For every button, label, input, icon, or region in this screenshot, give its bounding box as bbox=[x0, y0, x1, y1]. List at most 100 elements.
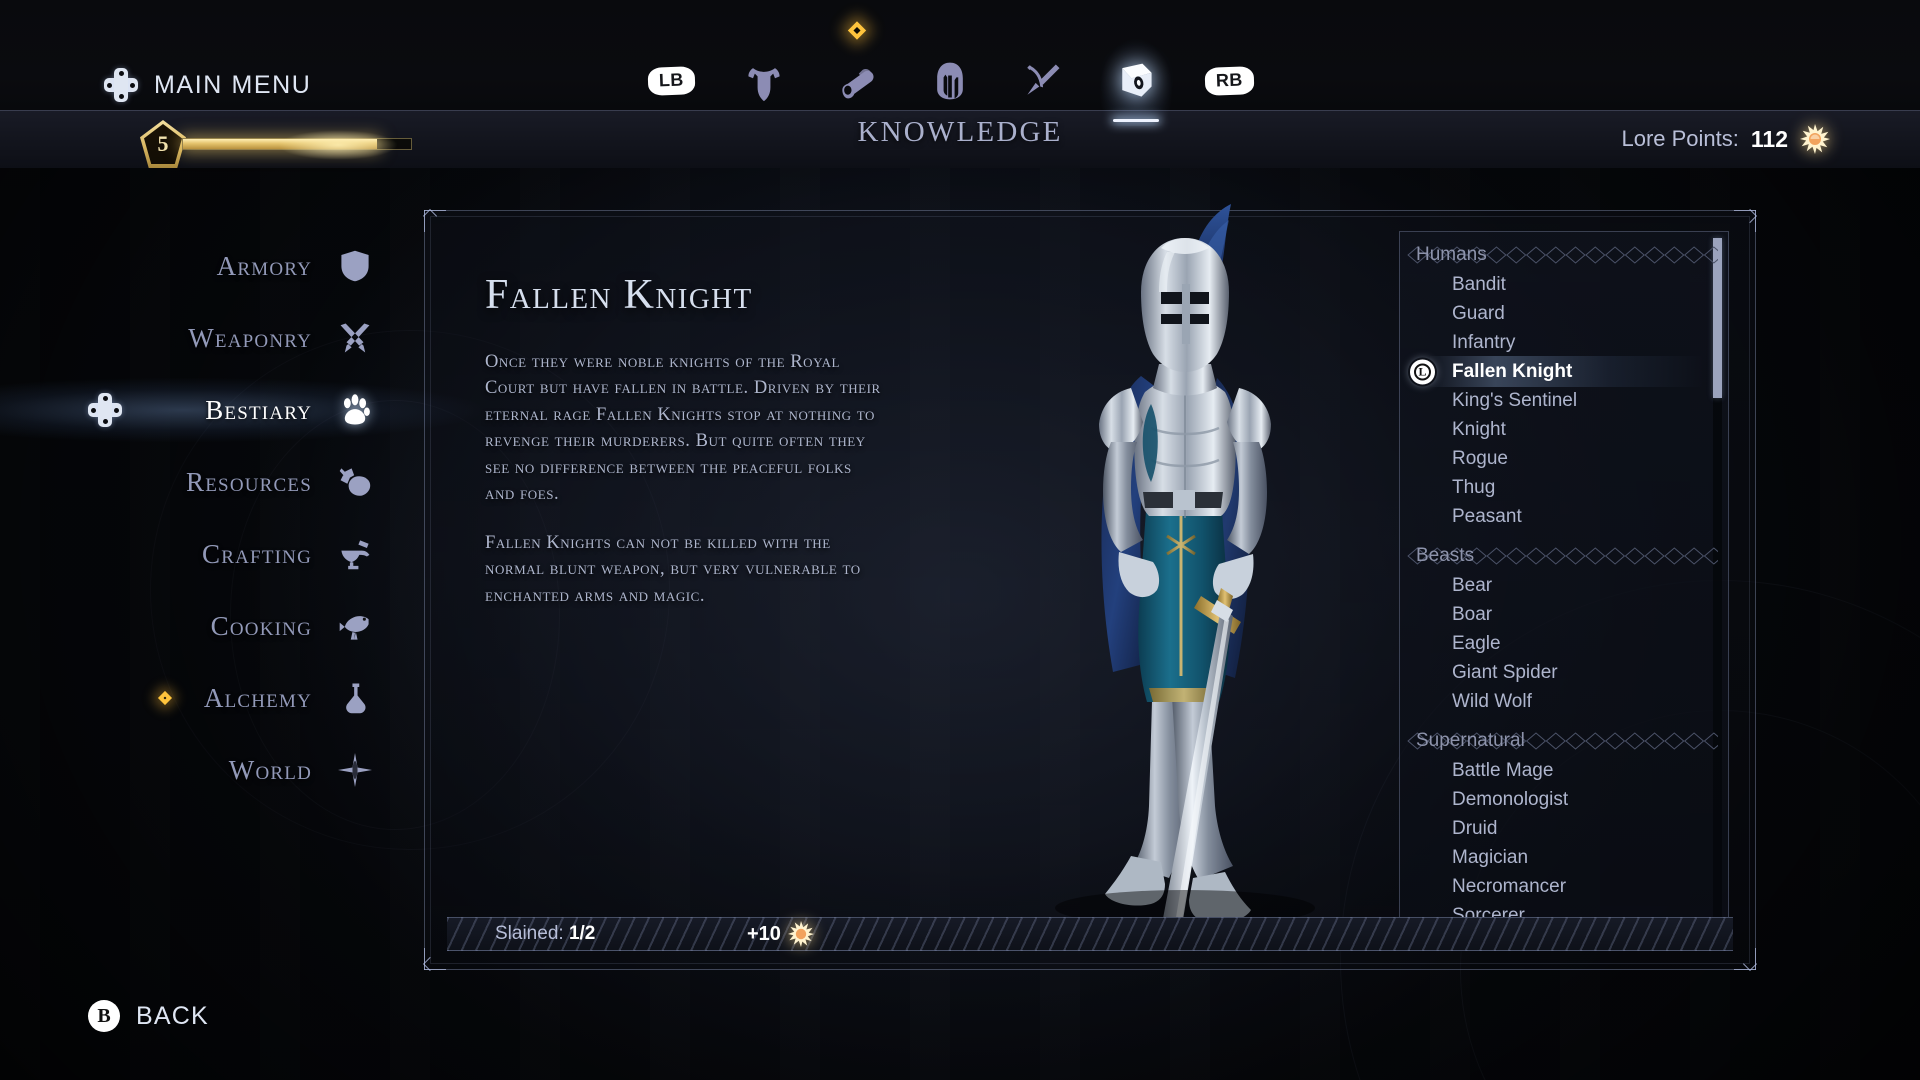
sidebar-item-world[interactable]: World bbox=[0, 734, 420, 806]
helmet-icon bbox=[937, 62, 963, 100]
armor-icon bbox=[748, 68, 780, 102]
panel-corner-tl bbox=[424, 210, 446, 232]
tab-left-bumper[interactable]: LB bbox=[640, 50, 702, 112]
panel-corner-tr bbox=[1734, 210, 1756, 232]
sidebar-item-label: Bestiary bbox=[205, 394, 312, 425]
list-item[interactable]: Boar bbox=[1400, 600, 1728, 629]
list-item[interactable]: Guard bbox=[1400, 299, 1728, 328]
list-item-label: Magician bbox=[1452, 846, 1529, 868]
l-stick-label: L bbox=[1414, 363, 1431, 380]
list-category-name: Beasts bbox=[1416, 545, 1481, 567]
sidebar-item-cooking[interactable]: Cooking bbox=[0, 590, 420, 662]
tab-knowledge[interactable] bbox=[1099, 38, 1173, 126]
list-item[interactable]: Eagle bbox=[1400, 629, 1728, 658]
paw-icon bbox=[338, 393, 372, 427]
lore-bonus: +10 bbox=[747, 921, 814, 947]
level-number: 5 bbox=[157, 131, 169, 156]
list-item-label: Peasant bbox=[1452, 505, 1522, 527]
list-item-label: Fallen Knight bbox=[1452, 360, 1573, 382]
sidebar-item-label: Weaponry bbox=[188, 322, 312, 353]
sidebar-item-label: World bbox=[228, 754, 312, 785]
entry-title: Fallen Knight bbox=[485, 272, 753, 318]
list-item-label: Demonologist bbox=[1452, 788, 1569, 810]
list-item-label: Infantry bbox=[1452, 331, 1516, 353]
sidebar: Armory Weaponry Bestiary Resources Crafting C… bbox=[0, 230, 480, 806]
list-item[interactable]: Wild Wolf bbox=[1400, 687, 1728, 716]
list-item[interactable]: Giant Spider bbox=[1400, 658, 1728, 687]
xp-bar bbox=[182, 130, 412, 160]
anvil-icon bbox=[338, 537, 372, 571]
resources-icon bbox=[338, 465, 372, 499]
tab-weapons[interactable] bbox=[1012, 50, 1074, 112]
xp-bar-fill bbox=[183, 139, 377, 149]
b-button-icon: B bbox=[88, 1000, 120, 1032]
entry-status-bar: Slained: 1/2 +10 bbox=[447, 917, 1733, 951]
flask-icon bbox=[338, 681, 372, 715]
list-item[interactable]: Knight bbox=[1400, 415, 1728, 444]
tab-helmet[interactable] bbox=[919, 50, 981, 112]
sidebar-item-alchemy[interactable]: Alchemy bbox=[0, 662, 420, 734]
list-item-label: Eagle bbox=[1452, 632, 1501, 654]
shield-icon bbox=[338, 249, 372, 283]
lore-sun-icon bbox=[1800, 124, 1830, 154]
lore-points: Lore Points: 112 bbox=[1621, 124, 1830, 154]
list-item[interactable]: Druid bbox=[1400, 814, 1728, 843]
fish-icon bbox=[338, 609, 372, 643]
list-item[interactable]: L Fallen Knight bbox=[1400, 356, 1728, 387]
tab-scroll[interactable] bbox=[826, 21, 888, 112]
entry-paragraph-2: Fallen Knights can not be killed with th… bbox=[485, 532, 861, 606]
slained-value: 1/2 bbox=[568, 923, 596, 944]
sidebar-item-bestiary[interactable]: Bestiary bbox=[0, 374, 480, 446]
list-category-header: Humans bbox=[1400, 240, 1728, 270]
swords-icon bbox=[338, 321, 372, 355]
list-item[interactable]: Demonologist bbox=[1400, 785, 1728, 814]
tab-armor[interactable] bbox=[733, 50, 795, 112]
panel-corner-br bbox=[1734, 948, 1756, 970]
dpad-icon bbox=[88, 393, 122, 427]
list-item[interactable]: Peasant bbox=[1400, 502, 1728, 531]
sidebar-item-label: Resources bbox=[186, 466, 312, 497]
list-item[interactable]: Bandit bbox=[1400, 270, 1728, 299]
list-item-label: King's Sentinel bbox=[1452, 389, 1578, 411]
list-item[interactable]: Thug bbox=[1400, 473, 1728, 502]
back-button-label: BACK bbox=[136, 1001, 209, 1030]
list-item[interactable]: King's Sentinel bbox=[1400, 386, 1728, 415]
sidebar-item-label: Cooking bbox=[210, 610, 312, 641]
panel-corner-bl bbox=[424, 948, 446, 970]
list-item[interactable]: Rogue bbox=[1400, 444, 1728, 473]
new-item-diamond-icon bbox=[847, 21, 867, 40]
back-button[interactable]: B BACK bbox=[88, 1000, 209, 1032]
list-item-label: Bear bbox=[1452, 574, 1493, 596]
sidebar-item-armory[interactable]: Armory bbox=[0, 230, 420, 302]
list-category-name: Humans bbox=[1416, 244, 1493, 266]
list-item[interactable]: Magician bbox=[1400, 843, 1728, 872]
slained-label: Slained: bbox=[495, 923, 564, 944]
sidebar-item-weaponry[interactable]: Weaponry bbox=[0, 302, 420, 374]
list-item-label: Wild Wolf bbox=[1452, 690, 1532, 712]
list-item[interactable]: Necromancer bbox=[1400, 872, 1728, 901]
level-badge: 5 bbox=[140, 120, 186, 168]
list-category-name: Supernatural bbox=[1416, 730, 1531, 752]
lore-bonus-sun-icon bbox=[787, 921, 814, 947]
list-item-label: Bandit bbox=[1452, 273, 1506, 295]
new-item-diamond-icon bbox=[157, 690, 173, 706]
scroll-icon bbox=[842, 69, 874, 99]
list-item[interactable]: Infantry bbox=[1400, 328, 1728, 357]
list-item[interactable]: Battle Mage bbox=[1400, 756, 1728, 785]
list-item-label: Boar bbox=[1452, 603, 1493, 625]
tab-right-bumper[interactable]: RB bbox=[1198, 50, 1260, 112]
list-item-label: Druid bbox=[1452, 817, 1498, 839]
list-item[interactable]: Bear bbox=[1400, 571, 1728, 600]
lore-bonus-value: +10 bbox=[747, 922, 781, 945]
compass-icon bbox=[338, 753, 372, 787]
creature-portrait bbox=[945, 196, 1425, 956]
lb-button-label: LB bbox=[647, 66, 695, 96]
list-item-label: Rogue bbox=[1452, 447, 1508, 469]
lore-points-label: Lore Points: bbox=[1621, 126, 1739, 151]
list-item-label: Knight bbox=[1452, 418, 1506, 440]
sidebar-item-crafting[interactable]: Crafting bbox=[0, 518, 420, 590]
main-menu-button[interactable]: MAIN MENU bbox=[104, 68, 311, 102]
sidebar-item-label: Alchemy bbox=[203, 682, 312, 713]
sidebar-item-resources[interactable]: Resources bbox=[0, 446, 420, 518]
bestiary-list-panel[interactable]: Humans Bandit Guard Infantry L Fallen Knight K… bbox=[1399, 231, 1729, 931]
